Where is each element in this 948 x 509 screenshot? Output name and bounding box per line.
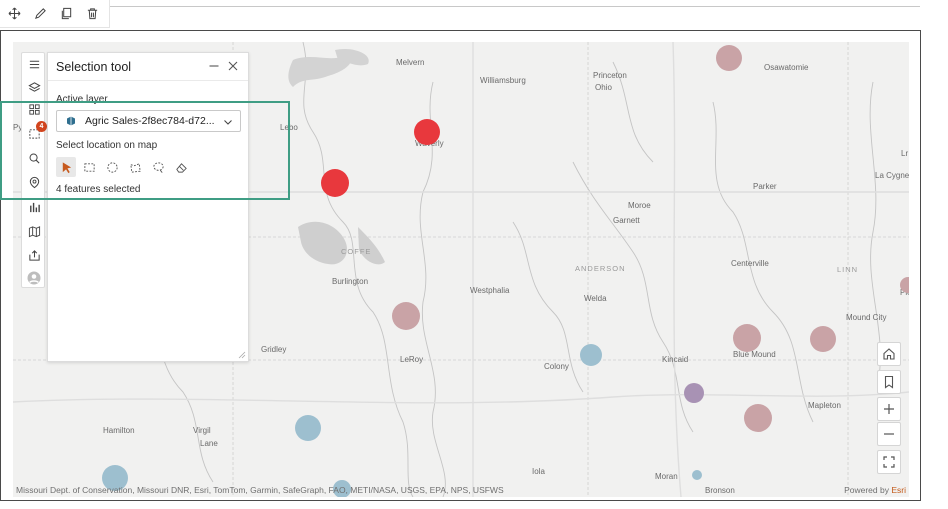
fullscreen-icon	[883, 456, 895, 468]
feature-point[interactable]	[295, 415, 321, 441]
home-icon	[883, 348, 895, 360]
selected-feature-point[interactable]	[414, 119, 440, 145]
zoom-out-button[interactable]	[877, 422, 901, 446]
zoom-in-button[interactable]	[877, 397, 901, 421]
minimize-icon[interactable]	[207, 59, 221, 73]
layers-icon[interactable]	[26, 79, 42, 95]
feature-point[interactable]	[744, 404, 772, 432]
feature-point[interactable]	[580, 344, 602, 366]
panel-title: Selection tool	[56, 60, 132, 74]
move-icon[interactable]	[7, 7, 21, 21]
powered-by-text: Powered by	[844, 485, 889, 495]
divider	[48, 80, 248, 81]
feature-point[interactable]	[392, 302, 420, 330]
selection-tool-panel: Selection tool Active layer Agric Sales-…	[47, 52, 249, 362]
plus-icon	[884, 404, 894, 414]
divider	[110, 6, 920, 7]
menu-icon[interactable]	[26, 56, 42, 72]
minus-icon	[884, 433, 894, 435]
selected-feature-point[interactable]	[321, 169, 349, 197]
trash-icon[interactable]	[85, 7, 99, 21]
chart-icon[interactable]	[26, 199, 42, 215]
bookmark-button[interactable]	[877, 370, 901, 394]
fullscreen-button[interactable]	[877, 450, 901, 474]
bookmark-icon	[884, 375, 894, 389]
powered-by[interactable]: Powered by Esri	[844, 485, 906, 495]
feature-point[interactable]	[900, 277, 909, 293]
resize-handle[interactable]	[238, 351, 246, 359]
feature-point[interactable]	[810, 326, 836, 352]
feature-point[interactable]	[684, 383, 704, 403]
feature-point[interactable]	[716, 45, 742, 71]
share-icon[interactable]	[26, 247, 42, 263]
pencil-icon[interactable]	[33, 7, 47, 21]
home-button[interactable]	[877, 342, 901, 366]
basemap-icon[interactable]	[26, 223, 42, 239]
user-icon[interactable]	[26, 270, 42, 286]
close-icon[interactable]	[226, 59, 240, 73]
feature-point[interactable]	[733, 324, 761, 352]
feature-point[interactable]	[692, 470, 702, 480]
copy-icon[interactable]	[59, 7, 73, 21]
map-attribution[interactable]: Missouri Dept. of Conservation, Missouri…	[16, 485, 504, 495]
widget-toolbar	[0, 0, 110, 28]
highlight-box	[0, 101, 290, 200]
esri-link[interactable]: Esri	[891, 485, 906, 495]
